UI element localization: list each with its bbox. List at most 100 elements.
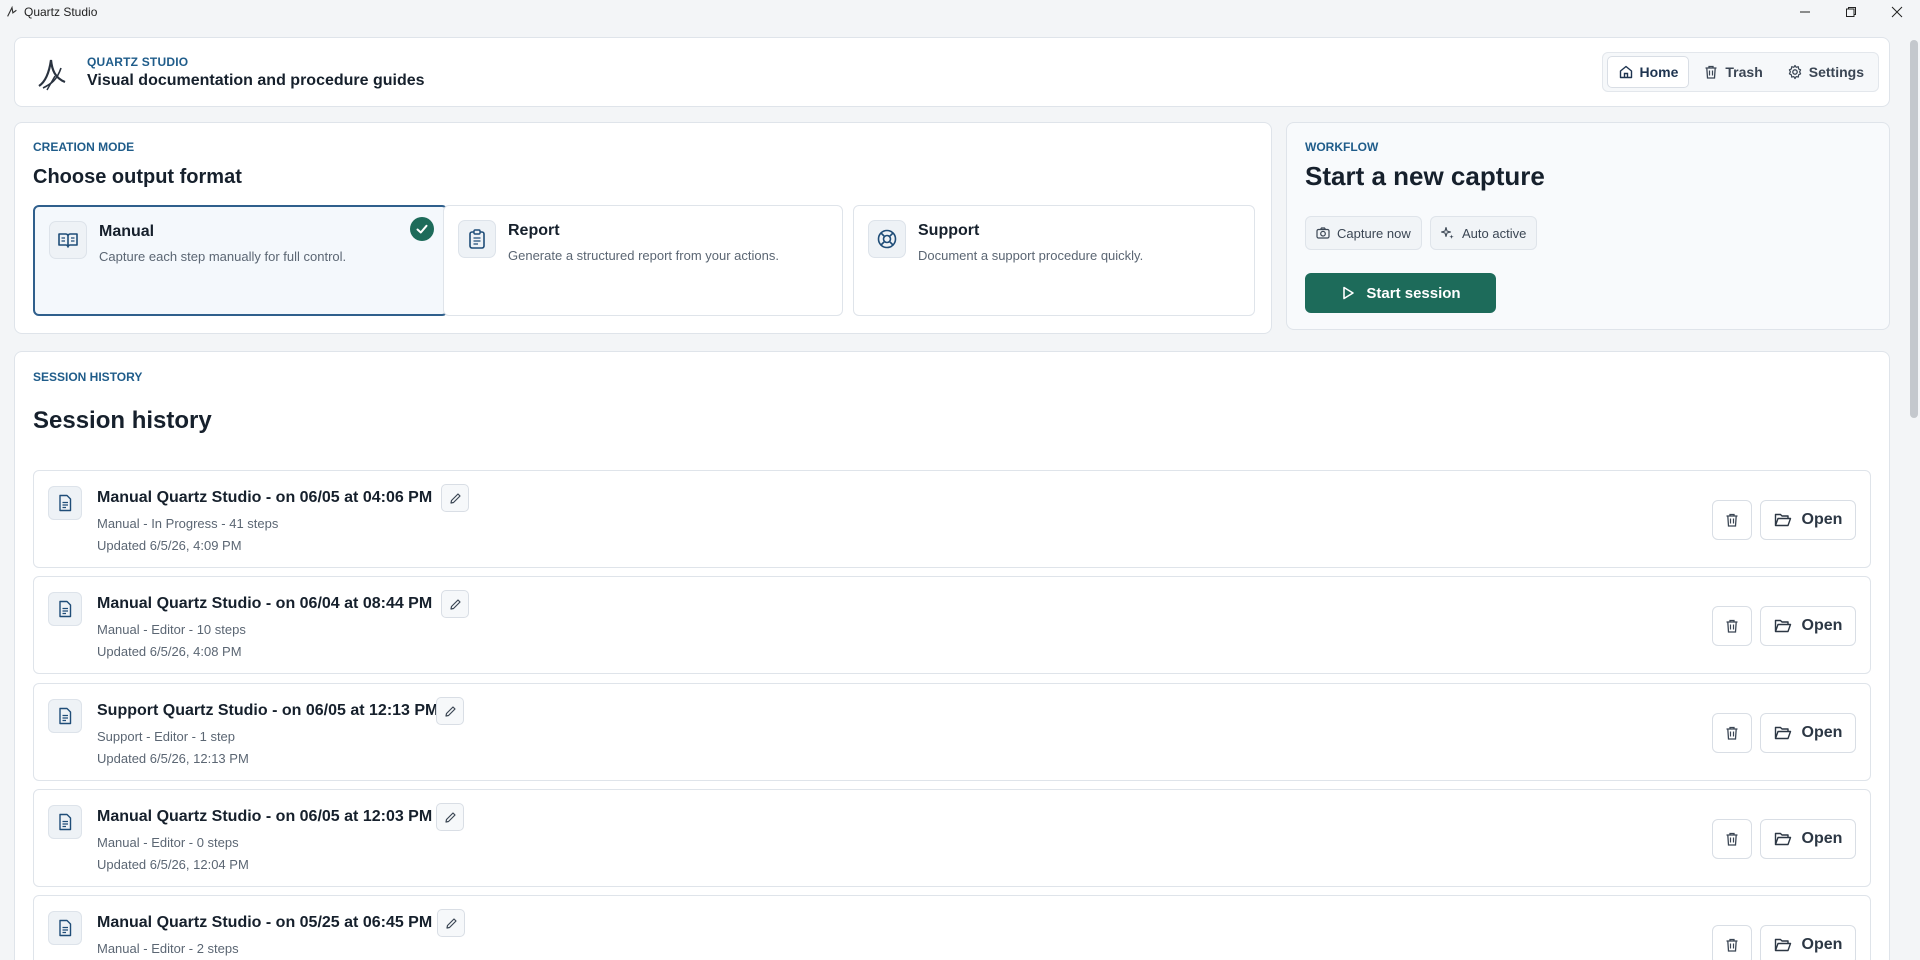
folder-open-icon <box>1774 938 1791 952</box>
open-session-button[interactable]: Open <box>1760 606 1856 646</box>
rename-button[interactable] <box>441 590 469 618</box>
brand-title: Visual documentation and procedure guide… <box>87 72 425 89</box>
history-title: Session history <box>33 407 212 434</box>
session-meta: Manual - In Progress - 41 steps <box>97 516 279 531</box>
scrollbar-thumb[interactable] <box>1910 40 1918 418</box>
session-row[interactable]: Manual Quartz Studio - on 06/05 at 04:06… <box>33 470 1871 568</box>
restore-button[interactable] <box>1828 0 1874 24</box>
open-session-button[interactable]: Open <box>1760 500 1856 540</box>
open-label: Open <box>1801 511 1843 528</box>
pencil-icon <box>449 598 461 610</box>
creation-title: Choose output format <box>33 166 242 188</box>
pencil-icon <box>449 492 461 504</box>
rename-button[interactable] <box>436 803 464 831</box>
start-session-label: Start session <box>1366 284 1461 302</box>
trash-icon <box>1726 938 1738 952</box>
open-session-button[interactable]: Open <box>1760 819 1856 859</box>
session-title: Support Quartz Studio - on 06/05 at 12:1… <box>97 702 439 719</box>
chip-label: Capture now <box>1337 225 1411 241</box>
pencil-icon <box>444 705 456 717</box>
document-icon <box>59 494 72 512</box>
camera-icon <box>1316 227 1330 239</box>
nav-settings[interactable]: Settings <box>1777 56 1874 88</box>
selected-check-badge <box>410 217 434 241</box>
session-updated: Updated 6/5/26, 12:04 PM <box>97 857 249 872</box>
quartz-logo <box>38 59 66 91</box>
session-updated: Updated 6/5/26, 4:08 PM <box>97 644 242 659</box>
folder-open-icon <box>1774 832 1791 846</box>
book-icon <box>58 233 78 248</box>
creation-mode-panel: CREATION MODE Choose output format Manua… <box>14 122 1272 334</box>
lifebuoy-icon <box>877 229 897 249</box>
trash-icon <box>1726 513 1738 527</box>
minimize-button[interactable] <box>1782 0 1828 24</box>
open-session-button[interactable]: Open <box>1760 925 1856 960</box>
mode-description: Document a support procedure quickly. <box>918 248 1144 263</box>
session-row[interactable]: Manual Quartz Studio - on 06/04 at 08:44… <box>33 576 1871 674</box>
document-icon <box>59 707 72 725</box>
session-row[interactable]: Manual Quartz Studio - on 06/05 at 12:03… <box>33 789 1871 887</box>
folder-open-icon <box>1774 726 1791 740</box>
mode-description: Capture each step manually for full cont… <box>99 249 347 264</box>
clipboard-icon <box>469 229 485 249</box>
mode-icon-wrap <box>868 220 906 258</box>
delete-session-button[interactable] <box>1712 925 1752 960</box>
nav-home-label: Home <box>1639 64 1679 80</box>
mode-card-support[interactable]: Support Document a support procedure qui… <box>853 205 1255 316</box>
window-title: Quartz Studio <box>24 5 98 19</box>
doc-icon-wrap <box>48 805 82 839</box>
session-title: Manual Quartz Studio - on 06/05 at 04:06… <box>97 489 433 506</box>
delete-session-button[interactable] <box>1712 500 1752 540</box>
app-header: QUARTZ STUDIO Visual documentation and p… <box>14 37 1890 107</box>
trash-icon <box>1705 65 1717 79</box>
rename-button[interactable] <box>436 697 464 725</box>
nav-trash-label: Trash <box>1725 64 1763 80</box>
rename-button[interactable] <box>437 909 465 937</box>
folder-open-icon <box>1774 619 1791 633</box>
session-row[interactable]: Support Quartz Studio - on 06/05 at 12:1… <box>33 683 1871 781</box>
open-session-button[interactable]: Open <box>1760 713 1856 753</box>
session-meta: Manual - Editor - 10 steps <box>97 622 246 637</box>
sparkle-icon <box>1441 226 1454 239</box>
auto-active-chip[interactable]: Auto active <box>1430 216 1538 250</box>
nav-trash[interactable]: Trash <box>1693 56 1772 88</box>
creation-eyebrow: CREATION MODE <box>33 140 135 154</box>
window-titlebar: Quartz Studio <box>0 0 1920 24</box>
session-history-panel: SESSION HISTORY Session history Manual Q… <box>14 351 1890 960</box>
delete-session-button[interactable] <box>1712 713 1752 753</box>
session-meta: Support - Editor - 1 step <box>97 729 236 744</box>
session-row[interactable]: Manual Quartz Studio - on 05/25 at 06:45… <box>33 895 1871 960</box>
capture-now-chip[interactable]: Capture now <box>1305 216 1422 250</box>
mode-name: Support <box>918 222 980 239</box>
open-label: Open <box>1801 936 1843 953</box>
start-session-button[interactable]: Start session <box>1305 273 1496 313</box>
workflow-panel: WORKFLOW Start a new capture Capture now… <box>1286 122 1890 330</box>
doc-icon-wrap <box>48 911 82 945</box>
trash-icon <box>1726 726 1738 740</box>
doc-icon-wrap <box>48 486 82 520</box>
session-updated: Updated 6/5/26, 12:13 PM <box>97 751 249 766</box>
chip-label: Auto active <box>1462 225 1527 241</box>
delete-session-button[interactable] <box>1712 606 1752 646</box>
session-meta: Manual - Editor - 0 steps <box>97 835 239 850</box>
mode-name: Manual <box>99 223 155 240</box>
mode-card-report[interactable]: Report Generate a structured report from… <box>443 205 843 316</box>
nav-home[interactable]: Home <box>1606 56 1690 88</box>
open-label: Open <box>1801 617 1843 634</box>
mode-description: Generate a structured report from your a… <box>508 248 779 263</box>
workflow-eyebrow: WORKFLOW <box>1305 140 1379 154</box>
session-title: Manual Quartz Studio - on 05/25 at 06:45… <box>97 914 433 931</box>
mode-card-manual[interactable]: Manual Capture each step manually for fu… <box>33 205 448 316</box>
close-button[interactable] <box>1874 0 1920 24</box>
restore-icon <box>1846 7 1856 17</box>
close-icon <box>1891 6 1903 18</box>
home-icon <box>1619 65 1632 79</box>
check-icon <box>416 224 428 234</box>
doc-icon-wrap <box>48 592 82 626</box>
gear-icon <box>1788 64 1801 80</box>
session-updated: Updated 6/5/26, 4:09 PM <box>97 538 242 553</box>
session-title: Manual Quartz Studio - on 06/04 at 08:44… <box>97 595 433 612</box>
pencil-icon <box>445 917 457 929</box>
rename-button[interactable] <box>441 484 469 512</box>
delete-session-button[interactable] <box>1712 819 1752 859</box>
